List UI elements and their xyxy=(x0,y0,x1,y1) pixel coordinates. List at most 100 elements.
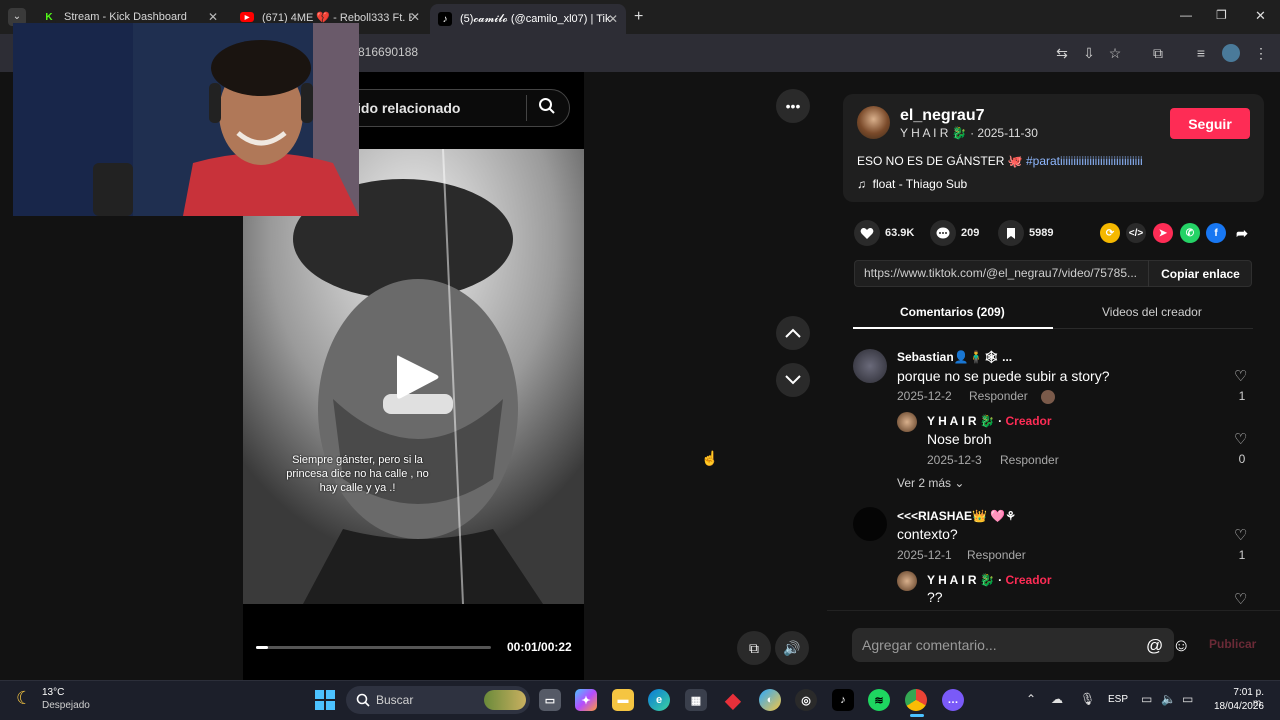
comment-button[interactable] xyxy=(930,220,956,246)
avatar[interactable] xyxy=(853,349,887,383)
profile-icon[interactable] xyxy=(1222,44,1240,62)
tiktok-icon[interactable]: ♪ xyxy=(832,689,854,711)
comment-date: 2025-12-2 xyxy=(897,389,952,403)
view-more-label: Ver 2 más xyxy=(897,476,952,490)
search-icon[interactable] xyxy=(538,97,556,120)
reply-button[interactable]: Responder xyxy=(967,548,1026,562)
display-icon[interactable]: ▭ xyxy=(1141,692,1152,706)
music-note-icon: ♫ xyxy=(857,177,866,191)
emoji-icon[interactable]: ☺ xyxy=(1172,635,1190,656)
clock-date[interactable]: 18/04/2026 xyxy=(1210,701,1264,712)
webcam-overlay xyxy=(13,23,359,216)
bookmark-star-icon[interactable]: ☆ xyxy=(1106,44,1124,62)
progress-bar[interactable] xyxy=(256,646,491,649)
microphone-icon[interactable]: 🎙 xyxy=(1080,692,1095,706)
translate-icon[interactable]: ⇆ xyxy=(1053,44,1071,62)
copilot-icon[interactable]: ✦ xyxy=(575,689,597,711)
chat-app-icon[interactable]: … xyxy=(942,689,964,711)
weather-temp[interactable]: 13°C xyxy=(42,687,64,698)
edge-icon[interactable]: e xyxy=(648,689,670,711)
weather-desc[interactable]: Despejado xyxy=(42,700,90,711)
view-more-replies[interactable]: Ver 2 más ⌄ xyxy=(897,476,964,490)
tab-creator-videos[interactable]: Videos del creador xyxy=(1102,305,1202,319)
active-tab-indicator xyxy=(853,327,1053,329)
play-icon[interactable] xyxy=(393,352,441,407)
close-window-button[interactable]: ✕ xyxy=(1255,8,1266,24)
pip-button[interactable]: ⧉ xyxy=(737,631,771,665)
app-blue-icon[interactable]: ◐ xyxy=(759,689,781,711)
install-icon[interactable]: ⇩ xyxy=(1080,44,1098,62)
more-options-button[interactable]: ••• xyxy=(776,89,810,123)
heart-icon[interactable]: ♡ xyxy=(1234,367,1247,385)
publish-button[interactable]: Publicar xyxy=(1209,637,1256,651)
share-arrow-icon[interactable]: ➦ xyxy=(1232,223,1252,243)
like-count: 0 xyxy=(1238,452,1246,466)
chrome-icon[interactable] xyxy=(905,689,927,711)
speaker-icon[interactable]: 🔈 xyxy=(1161,692,1176,706)
save-button[interactable] xyxy=(998,220,1024,246)
reply-author[interactable]: Y H A I R 🐉 · Creador xyxy=(927,573,1052,587)
whatsapp-icon[interactable]: ✆ xyxy=(1180,223,1200,243)
follow-button[interactable]: Seguir xyxy=(1170,108,1250,139)
chevron-down-icon: ⌄ xyxy=(954,476,965,490)
search-highlight-image xyxy=(484,690,526,710)
avatar[interactable] xyxy=(897,571,917,591)
app-red-diamond-icon[interactable]: ◆ xyxy=(722,689,744,712)
language-indicator[interactable]: ESP xyxy=(1108,694,1128,705)
progress-fill xyxy=(256,646,268,649)
battery-icon[interactable]: ▭ xyxy=(1182,692,1193,706)
media-icon[interactable]: ≡ xyxy=(1192,44,1210,62)
comment-input[interactable]: Agregar comentario... xyxy=(852,628,1174,662)
menu-icon[interactable]: ⋮ xyxy=(1252,44,1270,62)
copy-link-button[interactable]: Copiar enlace xyxy=(1148,260,1252,287)
previous-video-button[interactable] xyxy=(776,316,810,350)
video-link[interactable]: https://www.tiktok.com/@el_negrau7/video… xyxy=(864,266,1144,280)
repost-icon[interactable]: ⟳ xyxy=(1100,223,1120,243)
reply-button[interactable]: Responder xyxy=(1000,453,1059,467)
reply-button[interactable]: Responder xyxy=(969,389,1028,403)
author-name[interactable]: el_negrau7 xyxy=(900,107,984,125)
heart-icon[interactable]: ♡ xyxy=(1234,590,1247,608)
mention-icon[interactable]: @ xyxy=(1146,636,1163,656)
send-icon[interactable]: ➤ xyxy=(1153,223,1173,243)
weather-moon-icon[interactable]: ☾ xyxy=(16,688,32,709)
tab-comments[interactable]: Comentarios (209) xyxy=(900,305,1005,319)
avatar[interactable] xyxy=(853,507,887,541)
tab-tiktok[interactable]: ♪ (5)𝓬𝓪𝓶𝓲𝓵𝓸 (@camilo_xl07) | Tik ✕ xyxy=(430,4,626,34)
store-icon[interactable]: ▦ xyxy=(685,689,707,711)
task-view-icon[interactable]: ▭ xyxy=(539,689,561,711)
music-link[interactable]: ♫ float - Thiago Sub xyxy=(857,177,967,191)
video-caption: Siempre gánster, pero si la princesa dic… xyxy=(286,454,429,494)
chevron-up-icon[interactable]: ⌃ xyxy=(1026,692,1036,706)
heart-icon[interactable]: ♡ xyxy=(1234,430,1247,448)
spotify-icon[interactable]: ≋ xyxy=(868,689,890,711)
obs-icon[interactable]: ◎ xyxy=(795,689,817,711)
minimize-button[interactable]: — xyxy=(1180,8,1192,22)
volume-button[interactable]: 🔊 xyxy=(775,631,809,665)
close-icon[interactable]: ✕ xyxy=(410,10,420,24)
mouse-cursor: ☝ xyxy=(701,450,719,466)
embed-icon[interactable]: </> xyxy=(1126,223,1146,243)
reply-author-name: Y H A I R 🐉 · xyxy=(927,573,1006,587)
like-count: 63.9K xyxy=(885,227,915,239)
restore-button[interactable]: ❐ xyxy=(1216,8,1227,22)
reply-author[interactable]: Y H A I R 🐉 · Creador xyxy=(927,414,1052,428)
facebook-icon[interactable]: f xyxy=(1206,223,1226,243)
heart-icon[interactable]: ♡ xyxy=(1234,526,1247,544)
network-app-icon[interactable]: ☁ xyxy=(1051,692,1063,706)
next-video-button[interactable] xyxy=(776,363,810,397)
windows-start-icon[interactable] xyxy=(315,690,335,715)
comment-author[interactable]: <<<RIASHAE👑 🩷⚘ xyxy=(897,509,1016,523)
close-icon[interactable]: ✕ xyxy=(208,10,218,24)
extensions-icon[interactable]: ⧉ xyxy=(1149,44,1167,62)
time-display: 00:01/00:22 xyxy=(507,640,572,654)
url-text[interactable]: 816690188 xyxy=(358,45,418,59)
like-button[interactable] xyxy=(854,220,880,246)
avatar[interactable] xyxy=(897,412,917,432)
hashtag-link[interactable]: #paratiiiiiiiiiiiiiiiiiiiiiiiiiiiiiii xyxy=(1026,154,1143,168)
file-explorer-icon[interactable]: ▬ xyxy=(612,689,634,711)
author-avatar[interactable] xyxy=(857,106,890,139)
new-tab-button[interactable]: + xyxy=(634,8,643,26)
close-icon[interactable]: ✕ xyxy=(608,12,618,26)
comment-author[interactable]: Sebastian👤🧍‍♂️🕸 ... xyxy=(897,350,1012,364)
